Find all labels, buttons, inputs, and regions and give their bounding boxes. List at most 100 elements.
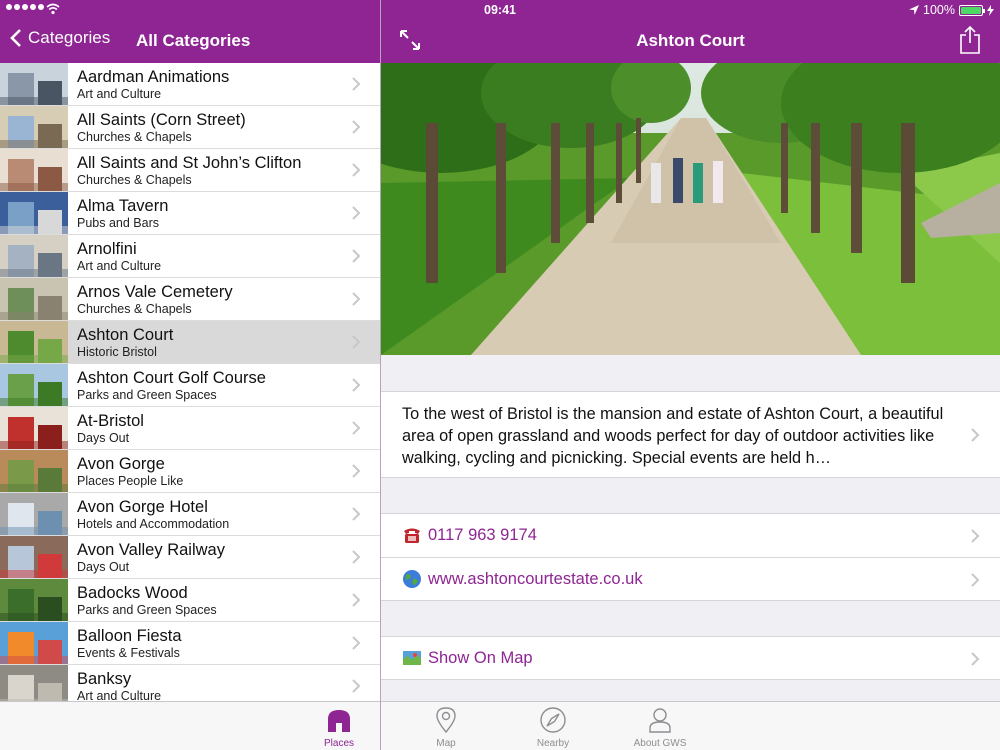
list-item[interactable]: Ashton Court Historic Bristol [0, 321, 380, 364]
place-category: Churches & Chapels [77, 173, 192, 187]
chevron-right-icon [352, 593, 361, 607]
place-thumbnail [0, 149, 68, 191]
place-title: Aardman Animations [77, 68, 230, 86]
charging-icon [987, 4, 994, 16]
phone-number: 0117 963 9174 [428, 526, 537, 544]
chevron-right-icon [352, 163, 361, 177]
place-category: Days Out [77, 560, 130, 574]
place-title: Arnolfini [77, 240, 137, 258]
place-title: Balloon Fiesta [77, 627, 182, 645]
place-category: Churches & Chapels [77, 302, 192, 316]
place-thumbnail [0, 235, 68, 277]
tab-about[interactable]: About GWS [620, 706, 700, 749]
list-item[interactable]: Badocks Wood Parks and Green Spaces [0, 579, 380, 622]
list-item[interactable]: Balloon Fiesta Events & Festivals [0, 622, 380, 665]
chevron-right-icon [352, 679, 361, 693]
chevron-right-icon [352, 335, 361, 349]
person-icon [649, 708, 671, 733]
contact-group: 0117 963 9174 www.ashtoncourtestate.co.u… [381, 513, 1000, 601]
chevron-left-icon [10, 29, 21, 47]
chevron-right-icon [352, 206, 361, 220]
list-item[interactable]: Banksy Art and Culture [0, 665, 380, 701]
compass-icon [540, 707, 566, 733]
chevron-right-icon [971, 529, 980, 543]
place-thumbnail [0, 63, 68, 105]
phone-row[interactable]: 0117 963 9174 [381, 514, 1000, 557]
building-icon [328, 710, 350, 732]
list-item[interactable]: At-Bristol Days Out [0, 407, 380, 450]
place-title: Avon Gorge Hotel [77, 498, 208, 516]
list-item[interactable]: Ashton Court Golf Course Parks and Green … [0, 364, 380, 407]
place-title: At-Bristol [77, 412, 144, 430]
status-time: 09:41 [484, 3, 516, 17]
place-category: Art and Culture [77, 259, 162, 273]
place-thumbnail [0, 278, 68, 320]
chevron-right-icon [352, 249, 361, 263]
tab-bar: Places Map Nearby About GWS [0, 701, 1000, 750]
share-icon[interactable] [958, 26, 982, 54]
chevron-right-icon [971, 652, 980, 666]
show-on-map-row[interactable]: Show On Map [381, 636, 1000, 680]
location-arrow-icon [909, 5, 920, 15]
list-item[interactable]: Arnolfini Art and Culture [0, 235, 380, 278]
place-title: Badocks Wood [77, 584, 188, 602]
place-thumbnail [0, 536, 68, 578]
list-item[interactable]: Alma Tavern Pubs and Bars [0, 192, 380, 235]
place-category: Parks and Green Spaces [77, 603, 217, 617]
list-item[interactable]: All Saints (Corn Street) Churches & Chape… [0, 106, 380, 149]
place-title: Avon Valley Railway [77, 541, 225, 559]
tab-label: About GWS [633, 738, 687, 749]
place-thumbnail [0, 665, 68, 701]
list-item[interactable]: Aardman Animations Art and Culture [0, 63, 380, 106]
page-title: Ashton Court [636, 31, 745, 50]
place-title: Avon Gorge [77, 455, 165, 473]
place-title: Arnos Vale Cemetery [77, 283, 233, 301]
list-item[interactable]: Avon Gorge Places People Like [0, 450, 380, 493]
place-category: Days Out [77, 431, 130, 445]
place-thumbnail [0, 321, 68, 363]
globe-icon [403, 570, 421, 588]
place-title: Banksy [77, 670, 132, 688]
website-row[interactable]: www.ashtoncourtestate.co.uk [381, 557, 1000, 601]
split-divider [380, 0, 381, 750]
place-title: All Saints (Corn Street) [77, 111, 246, 129]
place-thumbnail [0, 450, 68, 492]
tab-map[interactable]: Map [406, 706, 486, 749]
back-button[interactable]: Categories [10, 28, 110, 48]
battery-percent: 100% [923, 3, 955, 17]
list-title: All Categories [136, 31, 251, 50]
chevron-right-icon [352, 636, 361, 650]
place-photo [381, 63, 1000, 355]
map-pin-icon [436, 707, 456, 734]
description-cell[interactable]: To the west of Bristol is the mansion an… [381, 391, 1000, 478]
chevron-right-icon [971, 573, 980, 587]
list-item[interactable]: Avon Gorge Hotel Hotels and Accommodation [0, 493, 380, 536]
tab-nearby[interactable]: Nearby [513, 706, 593, 749]
battery-icon [959, 4, 985, 16]
list-item[interactable]: Arnos Vale Cemetery Churches & Chapels [0, 278, 380, 321]
places-list: Aardman Animations Art and Culture All Sai… [0, 63, 380, 701]
place-category: Hotels and Accommodation [77, 517, 230, 531]
chevron-right-icon [352, 550, 361, 564]
place-thumbnail [0, 622, 68, 664]
place-thumbnail [0, 579, 68, 621]
chevron-right-icon [352, 507, 361, 521]
place-category: Art and Culture [77, 689, 162, 701]
place-title: Ashton Court Golf Course [77, 369, 266, 387]
chevron-right-icon [352, 292, 361, 306]
place-thumbnail [0, 493, 68, 535]
place-title: All Saints and St John’s Clifton [77, 154, 302, 172]
chevron-right-icon [352, 77, 361, 91]
website-link: www.ashtoncourtestate.co.uk [428, 570, 643, 588]
place-thumbnail [0, 192, 68, 234]
list-item[interactable]: All Saints and St John’s Clifton Churches… [0, 149, 380, 192]
tab-label: Places [323, 738, 354, 749]
navigation-bar: 09:41 100% Categories All Categories Ash… [0, 0, 1000, 63]
tab-places[interactable]: Places [299, 706, 379, 749]
map-icon [403, 651, 421, 665]
place-thumbnail [0, 106, 68, 148]
place-category: Pubs and Bars [77, 216, 159, 230]
list-item[interactable]: Avon Valley Railway Days Out [0, 536, 380, 579]
place-category: Events & Festivals [77, 646, 180, 660]
place-title: Ashton Court [77, 326, 174, 344]
